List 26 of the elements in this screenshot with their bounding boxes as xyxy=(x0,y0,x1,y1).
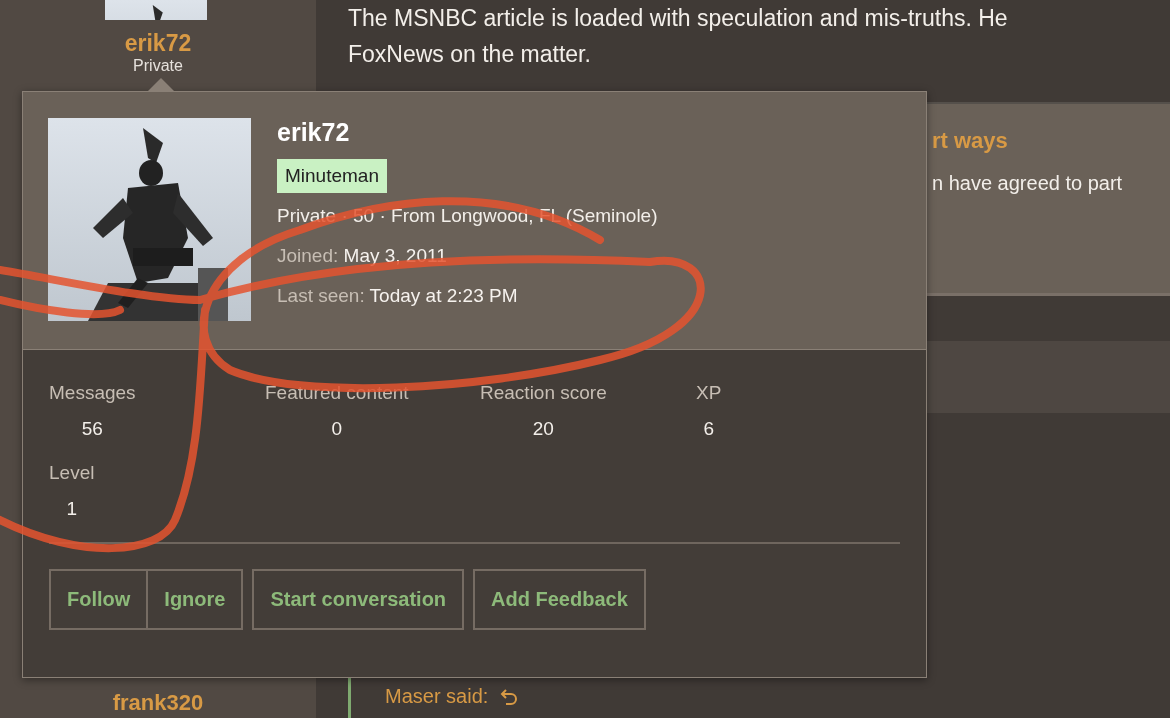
reply-arrow-icon[interactable] xyxy=(500,686,519,707)
stat-value: 0 xyxy=(331,418,343,440)
user-banner: Minuteman xyxy=(277,159,387,193)
action-button[interactable]: Follow xyxy=(51,571,147,628)
joined-label: Joined: xyxy=(277,245,339,266)
stat-value: 20 xyxy=(532,418,554,440)
stat-value: 56 xyxy=(81,418,103,440)
stat-value: 1 xyxy=(66,498,77,520)
user-title: Private xyxy=(133,57,183,75)
member-name[interactable]: erik72 xyxy=(277,118,350,147)
quote-author: Maser said: xyxy=(385,685,489,708)
action-button[interactable]: Add Feedback xyxy=(475,571,644,628)
post-text: The MSNBC article is loaded with speculation and mis-truths. He FoxNews on the matter. xyxy=(347,4,1009,69)
stat-value: 6 xyxy=(703,418,714,440)
stat-label: Reaction score xyxy=(480,382,607,404)
stat-label: XP xyxy=(696,382,722,404)
action-button[interactable]: Start conversation xyxy=(254,571,463,628)
card-text: n have agreed to part xyxy=(932,172,1124,195)
username-link[interactable]: erik72 xyxy=(124,30,192,57)
last-seen-time: Today at 2:23 PM xyxy=(369,285,518,306)
username-link[interactable]: frank320 xyxy=(112,690,204,716)
stat-label: Level xyxy=(49,462,95,484)
last-seen-label: Last seen: xyxy=(277,285,365,306)
card-title[interactable]: rt ways xyxy=(932,128,1170,154)
stat-label: Messages xyxy=(49,382,136,404)
action-button[interactable]: Ignore xyxy=(146,571,242,628)
